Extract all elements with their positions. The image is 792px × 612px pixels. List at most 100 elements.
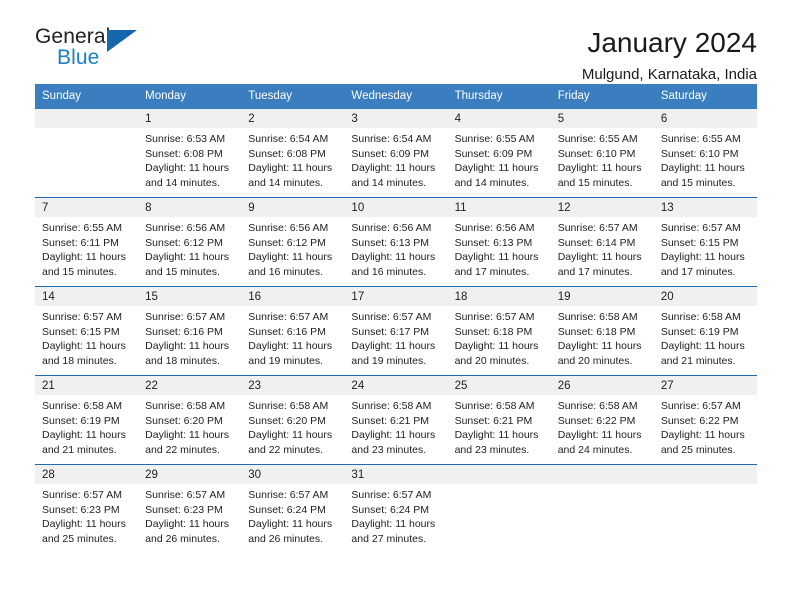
daylight-text: Daylight: 11 hours and 26 minutes. [145,518,229,545]
sunrise-text: Sunrise: 6:58 AM [557,400,638,412]
day-details: Sunrise: 6:58 AM Sunset: 6:20 PM Daylight:… [138,395,241,463]
calendar-day-cell[interactable]: 23 Sunrise: 6:58 AM Sunset: 6:20 PM Dayligh… [241,376,345,464]
calendar-day-cell[interactable]: 21 Sunrise: 6:58 AM Sunset: 6:19 PM Dayligh… [35,376,139,464]
day-details: Sunrise: 6:57 AM Sunset: 6:15 PM Daylight:… [35,306,138,374]
daylight-text: Daylight: 11 hours and 20 minutes. [454,340,539,367]
sunrise-text: Sunrise: 6:55 AM [42,222,122,234]
sunrise-text: Sunrise: 6:58 AM [42,400,122,412]
daylight-text: Daylight: 11 hours and 17 minutes. [660,251,745,278]
daylight-text: Daylight: 11 hours and 21 minutes. [660,340,745,367]
calendar-day-cell[interactable]: 24 Sunrise: 6:58 AM Sunset: 6:21 PM Dayligh… [344,376,448,464]
day-number: 17 [344,287,448,306]
day-number: 12 [550,198,654,217]
calendar-day-cell[interactable]: 8 Sunrise: 6:56 AM Sunset: 6:12 PM Daylight… [138,198,242,286]
day-details: Sunrise: 6:57 AM Sunset: 6:24 PM Daylight:… [241,484,344,552]
calendar-day-cell[interactable]: 15 Sunrise: 6:57 AM Sunset: 6:16 PM Dayligh… [138,287,242,375]
sunrise-text: Sunrise: 6:55 AM [660,133,741,145]
day-details: Sunrise: 6:57 AM Sunset: 6:17 PM Daylight:… [344,306,447,374]
calendar-day-cell[interactable]: 30 Sunrise: 6:57 AM Sunset: 6:24 PM Dayligh… [241,465,345,553]
day-number: 8 [138,198,242,217]
calendar-day-cell[interactable]: 31 Sunrise: 6:57 AM Sunset: 6:24 PM Dayligh… [344,465,448,553]
sunset-text: Sunset: 6:13 PM [351,236,430,249]
calendar-day-cell-empty [653,465,757,553]
weekday-header-wednesday: Wednesday [351,90,412,102]
day-details: Sunrise: 6:58 AM Sunset: 6:19 PM Daylight:… [35,395,138,463]
day-details: Sunrise: 6:55 AM Sunset: 6:10 PM Daylight:… [654,128,757,196]
calendar-day-cell[interactable]: 6 Sunrise: 6:55 AM Sunset: 6:10 PM Daylight… [653,109,757,197]
sunset-text: Sunset: 6:20 PM [248,414,326,427]
calendar-day-cell[interactable]: 26 Sunrise: 6:58 AM Sunset: 6:22 PM Dayligh… [550,376,654,464]
day-details: Sunrise: 6:56 AM Sunset: 6:13 PM Daylight:… [448,217,551,285]
day-details [654,484,757,494]
weekday-header-sunday: Sunday [42,90,82,102]
day-details: Sunrise: 6:57 AM Sunset: 6:22 PM Daylight:… [654,395,757,463]
sunrise-text: Sunrise: 6:57 AM [145,311,226,323]
day-number: 3 [344,109,448,128]
sunrise-text: Sunrise: 6:54 AM [248,133,329,145]
sunrise-text: Sunrise: 6:57 AM [248,489,329,501]
sunrise-text: Sunrise: 6:54 AM [351,133,432,145]
day-number: 4 [447,109,551,128]
calendar-day-cell[interactable]: 5 Sunrise: 6:55 AM Sunset: 6:10 PM Daylight… [550,109,654,197]
calendar-day-cell[interactable]: 25 Sunrise: 6:58 AM Sunset: 6:21 PM Dayligh… [447,376,551,464]
day-details: Sunrise: 6:57 AM Sunset: 6:16 PM Daylight:… [138,306,241,374]
daylight-text: Daylight: 11 hours and 19 minutes. [351,340,436,367]
day-number: 9 [241,198,345,217]
sunrise-text: Sunrise: 6:58 AM [454,400,535,412]
calendar-day-cell[interactable]: 18 Sunrise: 6:57 AM Sunset: 6:18 PM Dayligh… [447,287,551,375]
daylight-text: Daylight: 11 hours and 17 minutes. [557,251,642,278]
sunset-text: Sunset: 6:21 PM [454,414,533,427]
day-number: 10 [344,198,448,217]
calendar-day-cell[interactable]: 12 Sunrise: 6:57 AM Sunset: 6:14 PM Dayligh… [550,198,654,286]
calendar-week-row: 28 Sunrise: 6:57 AM Sunset: 6:23 PM Dayligh… [35,464,757,553]
sunset-text: Sunset: 6:08 PM [145,147,223,160]
sunset-text: Sunset: 6:24 PM [351,503,430,516]
daylight-text: Daylight: 11 hours and 17 minutes. [454,251,539,278]
page-title: January 2024 [587,27,757,58]
calendar-day-cell[interactable]: 17 Sunrise: 6:57 AM Sunset: 6:17 PM Dayligh… [344,287,448,375]
day-details: Sunrise: 6:57 AM Sunset: 6:16 PM Daylight:… [241,306,344,374]
sunset-text: Sunset: 6:21 PM [351,414,430,427]
calendar-day-cell[interactable]: 3 Sunrise: 6:54 AM Sunset: 6:09 PM Daylight… [344,109,448,197]
calendar-week-row: 21 Sunrise: 6:58 AM Sunset: 6:19 PM Dayligh… [35,375,757,464]
calendar-day-cell[interactable]: 20 Sunrise: 6:58 AM Sunset: 6:19 PM Dayligh… [653,287,757,375]
title-block: January 2024 Mulgund, Karnataka, India [582,26,757,86]
calendar-day-cell[interactable]: 4 Sunrise: 6:55 AM Sunset: 6:09 PM Daylight… [447,109,551,197]
calendar-day-cell[interactable]: 1 Sunrise: 6:53 AM Sunset: 6:08 PM Daylight… [138,109,242,197]
calendar-day-cell[interactable]: 2 Sunrise: 6:54 AM Sunset: 6:08 PM Daylight… [241,109,345,197]
sunrise-text: Sunrise: 6:57 AM [42,311,122,323]
daylight-text: Daylight: 11 hours and 27 minutes. [351,518,436,545]
calendar-day-cell[interactable]: 7 Sunrise: 6:55 AM Sunset: 6:11 PM Daylight… [35,198,139,286]
daylight-text: Daylight: 11 hours and 19 minutes. [248,340,333,367]
calendar-day-cell[interactable]: 16 Sunrise: 6:57 AM Sunset: 6:16 PM Dayligh… [241,287,345,375]
sunset-text: Sunset: 6:12 PM [248,236,326,249]
day-number: 21 [35,376,139,395]
calendar-day-cell[interactable]: 10 Sunrise: 6:56 AM Sunset: 6:13 PM Dayligh… [344,198,448,286]
calendar-day-cell-empty [550,465,654,553]
calendar-day-cell[interactable]: 22 Sunrise: 6:58 AM Sunset: 6:20 PM Dayligh… [138,376,242,464]
sunset-text: Sunset: 6:14 PM [557,236,636,249]
calendar-day-cell[interactable]: 27 Sunrise: 6:57 AM Sunset: 6:22 PM Dayligh… [653,376,757,464]
daylight-text: Daylight: 11 hours and 16 minutes. [351,251,436,278]
daylight-text: Daylight: 11 hours and 18 minutes. [145,340,229,367]
sunrise-text: Sunrise: 6:53 AM [145,133,226,145]
day-number [550,465,654,484]
sunrise-text: Sunrise: 6:56 AM [351,222,432,234]
daylight-text: Daylight: 11 hours and 14 minutes. [351,162,436,189]
calendar-day-cell[interactable]: 28 Sunrise: 6:57 AM Sunset: 6:23 PM Dayligh… [35,465,139,553]
daylight-text: Daylight: 11 hours and 15 minutes. [42,251,126,278]
sunset-text: Sunset: 6:12 PM [145,236,223,249]
calendar-day-cell[interactable]: 13 Sunrise: 6:57 AM Sunset: 6:15 PM Dayligh… [653,198,757,286]
sunset-text: Sunset: 6:19 PM [660,325,739,338]
day-details [35,128,138,138]
calendar-day-cell[interactable]: 29 Sunrise: 6:57 AM Sunset: 6:23 PM Dayligh… [138,465,242,553]
calendar-day-cell-empty [35,109,139,197]
daylight-text: Daylight: 11 hours and 23 minutes. [454,429,539,456]
calendar-day-cell[interactable]: 14 Sunrise: 6:57 AM Sunset: 6:15 PM Dayligh… [35,287,139,375]
general-blue-logo[interactable]: General Blue [35,26,155,74]
calendar-day-cell[interactable]: 11 Sunrise: 6:56 AM Sunset: 6:13 PM Dayligh… [447,198,551,286]
weekday-header-thursday: Thursday [454,90,503,102]
calendar-week-row: 7 Sunrise: 6:55 AM Sunset: 6:11 PM Daylight… [35,197,757,286]
calendar-day-cell[interactable]: 9 Sunrise: 6:56 AM Sunset: 6:12 PM Daylight… [241,198,345,286]
calendar-day-cell[interactable]: 19 Sunrise: 6:58 AM Sunset: 6:18 PM Dayligh… [550,287,654,375]
